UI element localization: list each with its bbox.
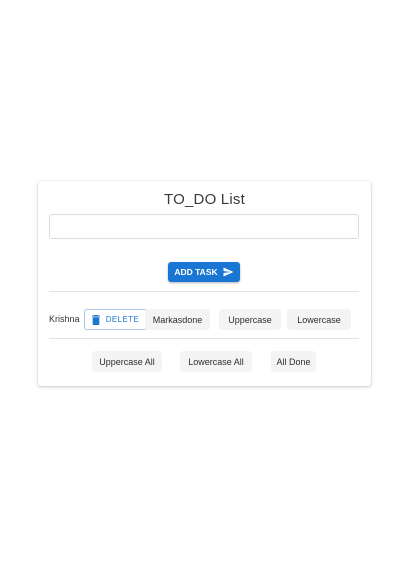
send-icon <box>223 267 234 277</box>
trash-icon <box>91 314 100 325</box>
divider <box>49 338 359 339</box>
add-task-label: ADD TASK <box>174 267 218 277</box>
mark-done-button[interactable]: Markasdone <box>145 309 210 330</box>
lowercase-all-button[interactable]: Lowercase All <box>180 351 252 372</box>
task-input[interactable] <box>49 214 359 239</box>
divider <box>49 291 359 292</box>
uppercase-button[interactable]: Uppercase <box>219 309 281 330</box>
all-done-button[interactable]: All Done <box>271 351 316 372</box>
lowercase-button[interactable]: Lowercase <box>287 309 351 330</box>
add-task-button[interactable]: ADD TASK <box>168 262 240 282</box>
delete-button[interactable]: DELETE <box>84 309 147 330</box>
page-title: TO_DO List <box>164 191 245 208</box>
todo-card: TO_DO List ADD TASK Krishna DELETE Marka… <box>38 181 371 386</box>
delete-label: DELETE <box>105 315 140 324</box>
uppercase-all-button[interactable]: Uppercase All <box>92 351 162 372</box>
task-name: Krishna <box>49 314 80 324</box>
